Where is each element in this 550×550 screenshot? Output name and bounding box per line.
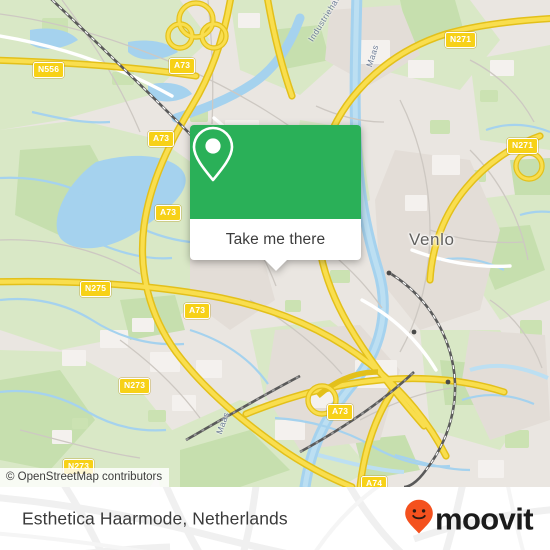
road-shield-n271-1: N271 (445, 32, 477, 48)
place-title: Esthetica Haarmode, Netherlands (22, 508, 288, 528)
road-shield-a73-4: A73 (184, 303, 211, 319)
road-shield-a74: A74 (361, 476, 388, 487)
map-attribution[interactable]: © OpenStreetMap contributors (0, 468, 170, 487)
moovit-logo[interactable]: moovit (404, 498, 534, 539)
map-place-label-venlo: Venlo (409, 230, 455, 249)
map-canvas[interactable]: Venlo Industriehaven Maas Maas N556 A73 … (0, 0, 550, 487)
callout-icon-panel (190, 125, 361, 219)
road-shield-a73-2: A73 (148, 131, 175, 147)
callout-pointer (264, 260, 287, 271)
road-shield-n273-1: N273 (119, 378, 151, 394)
take-me-there-callout[interactable]: Take me there (190, 125, 361, 271)
road-shield-a73-1: A73 (169, 58, 196, 74)
road-shield-n271-2: N271 (507, 138, 539, 154)
road-shield-a73-3: A73 (155, 205, 182, 221)
take-me-there-label: Take me there (225, 230, 326, 248)
road-shield-n556: N556 (33, 62, 65, 78)
moovit-place-card: Venlo Industriehaven Maas Maas N556 A73 … (0, 0, 550, 550)
moovit-wordmark: moovit (434, 501, 534, 536)
road-shield-a73-5: A73 (327, 404, 354, 420)
callout-action-bar[interactable]: Take me there (190, 219, 361, 271)
footer-bar: Esthetica Haarmode, Netherlands moovit (0, 487, 550, 550)
road-shield-n275: N275 (80, 281, 112, 297)
moovit-pin-icon (404, 498, 434, 539)
